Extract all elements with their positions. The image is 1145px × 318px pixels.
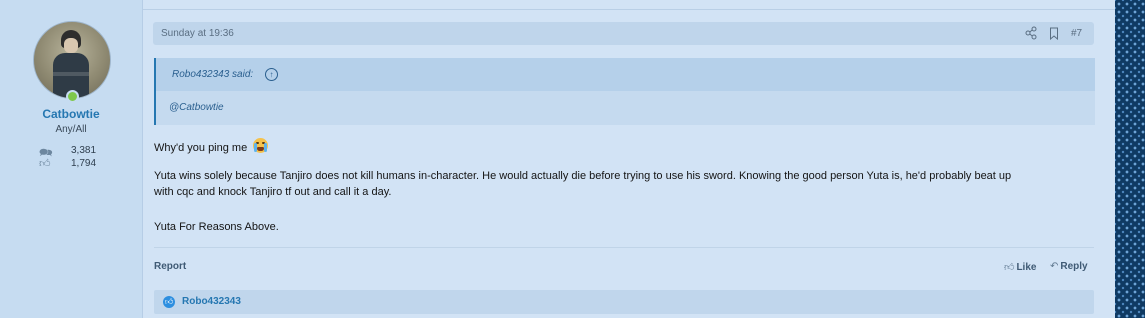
like-reaction-icon: 👍︎ — [163, 296, 175, 308]
reply-icon: ↶ — [1050, 261, 1059, 272]
messages-stat: 🗪 3,381 — [39, 145, 109, 159]
reaction-user-link[interactable]: Robo432343 — [182, 296, 241, 307]
like-label: Like — [1016, 262, 1037, 273]
quote-header[interactable]: Robo432343 said: ↑ — [156, 58, 1095, 91]
bookmark-icon[interactable] — [1049, 27, 1059, 40]
post-number-link[interactable]: #7 — [1071, 28, 1082, 39]
thumbs-up-icon: 👍︎ — [1004, 262, 1015, 273]
report-button[interactable]: Report — [154, 261, 186, 272]
post-date[interactable]: Sunday at 19:36 — [161, 28, 234, 39]
message-header: Sunday at 19:36 #7 — [153, 22, 1094, 45]
footer-divider — [154, 247, 1094, 248]
quote-block: Robo432343 said: ↑ @Catbowtie — [154, 58, 1095, 125]
top-divider — [143, 9, 1115, 10]
reply-button[interactable]: ↶ Reply — [1050, 261, 1088, 272]
reactions-bar: 👍︎ Robo432343 — [154, 290, 1094, 314]
reply-label: Reply — [1060, 261, 1088, 272]
message-text: Yuta For Reasons Above. — [154, 221, 279, 233]
arrow-up-circle-icon[interactable]: ↑ — [265, 68, 278, 81]
quote-author[interactable]: Robo432343 said: — [172, 69, 253, 80]
thread-page: Catbowtie Any/All 🗪 3,381 👍︎ 1,794 Sunda… — [0, 0, 1115, 318]
like-button[interactable]: 👍︎ Like — [1004, 261, 1036, 273]
reactions-stat: 👍︎ 1,794 — [39, 158, 109, 170]
message-line: Why'd you ping me — [154, 136, 269, 154]
thumbs-up-icon: 👍︎ — [39, 158, 51, 170]
background-pattern — [1115, 0, 1145, 318]
share-icon[interactable] — [1025, 26, 1037, 40]
reactions-count: 1,794 — [71, 158, 97, 169]
user-title: Any/All — [55, 124, 87, 135]
message-text: Why'd you ping me — [154, 142, 248, 154]
online-status-icon — [66, 90, 79, 103]
avatar-face — [64, 38, 78, 53]
messages-count: 3,381 — [71, 145, 97, 156]
avatar-belt — [53, 72, 89, 76]
quote-body: @Catbowtie — [169, 102, 224, 113]
message-text: with cqc and knock Tanjiro tf out and ca… — [154, 186, 392, 198]
message-text: Yuta wins solely because Tanjiro does no… — [154, 170, 1012, 182]
loudly-crying-face-icon — [253, 138, 269, 153]
avatar[interactable] — [33, 21, 111, 99]
username-link[interactable]: Catbowtie — [0, 107, 142, 121]
user-cell: Catbowtie Any/All 🗪 3,381 👍︎ 1,794 — [0, 0, 143, 318]
